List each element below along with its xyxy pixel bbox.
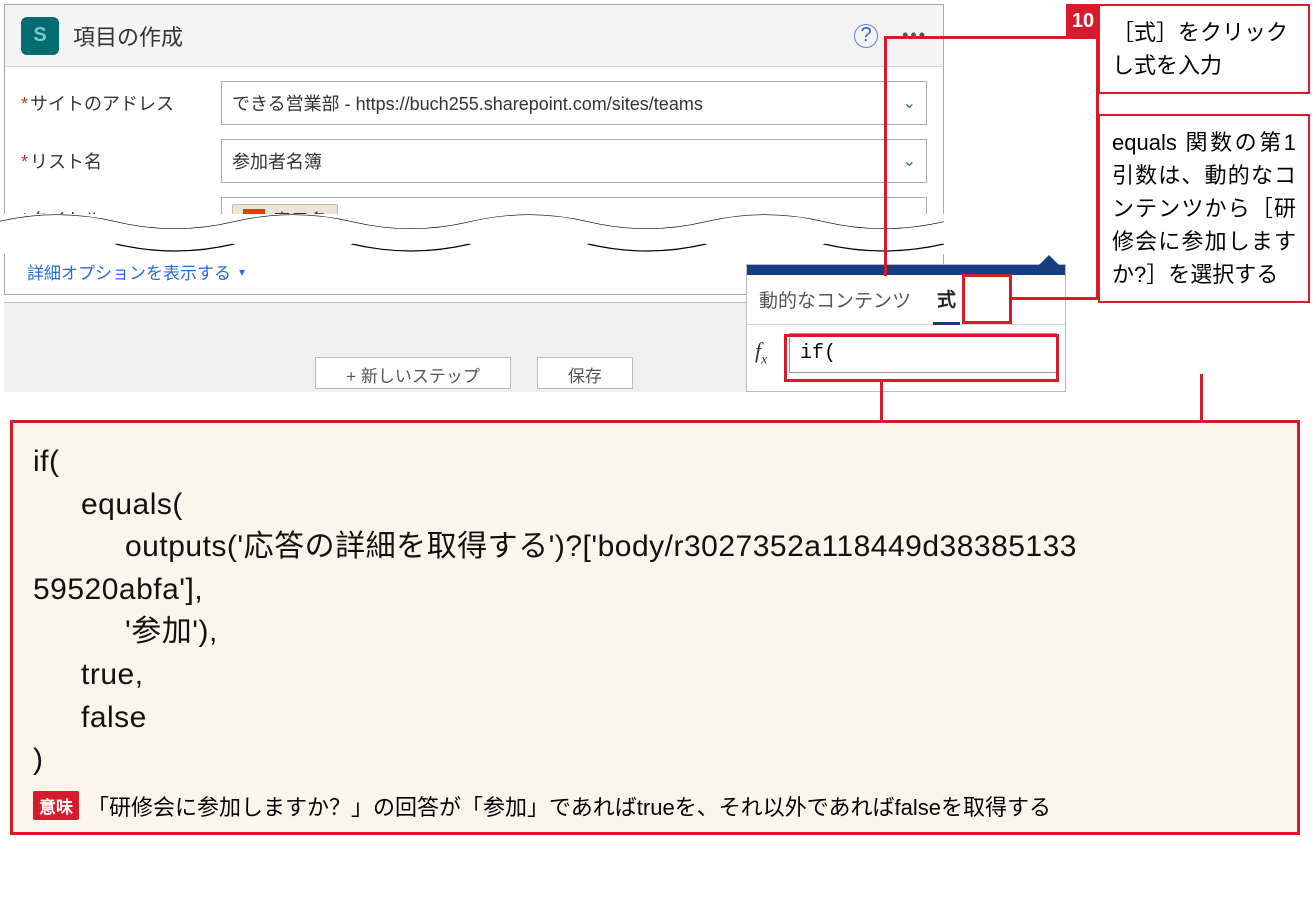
- step-number-badge: 10: [1066, 4, 1100, 38]
- connector-line: [1012, 297, 1098, 300]
- panel-accent: [747, 265, 1065, 275]
- input-list-name[interactable]: 参加者名簿 ⌄: [221, 139, 927, 183]
- code-line: if(: [33, 445, 60, 478]
- code-line: '参加'),: [33, 611, 1277, 654]
- value-list-name: 参加者名簿: [232, 148, 322, 174]
- tab-expression[interactable]: 式: [933, 275, 960, 325]
- sharepoint-icon: S: [21, 17, 59, 55]
- advanced-options-label: 詳細オプションを表示する: [27, 259, 231, 284]
- tab-dynamic-content[interactable]: 動的なコンテンツ: [755, 275, 915, 325]
- expression-code-block: if( equals( outputs('応答の詳細を取得する')?['body…: [10, 420, 1300, 835]
- expression-input[interactable]: if(: [789, 333, 1057, 373]
- meaning-text: 「研修会に参加しますか？」の回答が「参加」であればtrueを、それ以外であればf…: [87, 790, 1051, 822]
- torn-section: [0, 214, 944, 254]
- code-text: if( equals( outputs('応答の詳細を取得する')?['body…: [33, 441, 1277, 782]
- code-line: true,: [33, 654, 1277, 697]
- chevron-down-icon: ▾: [239, 265, 245, 279]
- new-step-button[interactable]: + 新しいステップ: [315, 357, 511, 389]
- code-line: equals(: [33, 484, 1277, 527]
- row-site-address: *サイトのアドレス できる営業部 - https://buch255.share…: [21, 81, 927, 125]
- row-list-name: *リスト名 参加者名簿 ⌄: [21, 139, 927, 183]
- value-site-address: できる営業部 - https://buch255.sharepoint.com/…: [232, 90, 703, 116]
- connector-line: [1096, 36, 1099, 299]
- meaning-badge: 意味: [33, 791, 79, 820]
- chevron-down-icon[interactable]: ⌄: [903, 93, 916, 113]
- code-line: outputs('応答の詳細を取得する')?['body/r3027352a11…: [33, 526, 1277, 569]
- brand-letter: S: [33, 24, 46, 47]
- connector-line: [884, 36, 1096, 39]
- label-site-address: *サイトのアドレス: [21, 90, 221, 116]
- connector-line: [880, 382, 883, 422]
- connector-line: [884, 36, 887, 276]
- expression-panel: 動的なコンテンツ 式 fx if(: [746, 264, 1066, 392]
- connector-line: [1200, 374, 1203, 422]
- meaning-row: 意味 「研修会に参加しますか？」の回答が「参加」であればtrueを、それ以外であ…: [33, 790, 1277, 822]
- callout-step-10: 10 ［式］をクリックし式を入力: [1098, 4, 1310, 94]
- code-line: false: [33, 697, 1277, 740]
- input-site-address[interactable]: できる営業部 - https://buch255.sharepoint.com/…: [221, 81, 927, 125]
- callout-equals-desc: equals 関数の第1引数は、動的なコンテンツから［研修会に参加しますか?］を…: [1098, 114, 1310, 303]
- card-body: *サイトのアドレス できる営業部 - https://buch255.share…: [5, 67, 943, 294]
- callout-desc-text: equals 関数の第1引数は、動的なコンテンツから［研修会に参加しますか?］を…: [1112, 130, 1296, 287]
- code-line: 59520abfa'],: [33, 573, 203, 606]
- expression-tabs: 動的なコンテンツ 式: [747, 275, 1065, 325]
- card-title: 項目の作成: [73, 20, 854, 52]
- save-button[interactable]: 保存: [537, 357, 633, 389]
- help-icon[interactable]: ?: [854, 24, 878, 48]
- expression-input-value: if(: [800, 342, 836, 365]
- code-line: ): [33, 743, 44, 776]
- fx-icon: fx: [755, 338, 789, 368]
- chevron-down-icon[interactable]: ⌄: [903, 151, 916, 171]
- expression-input-row: fx if(: [747, 325, 1065, 381]
- label-list-name: *リスト名: [21, 148, 221, 174]
- card-header: S 項目の作成 ? •••: [5, 5, 943, 67]
- callout-step-text: ［式］をクリックし式を入力: [1112, 20, 1288, 78]
